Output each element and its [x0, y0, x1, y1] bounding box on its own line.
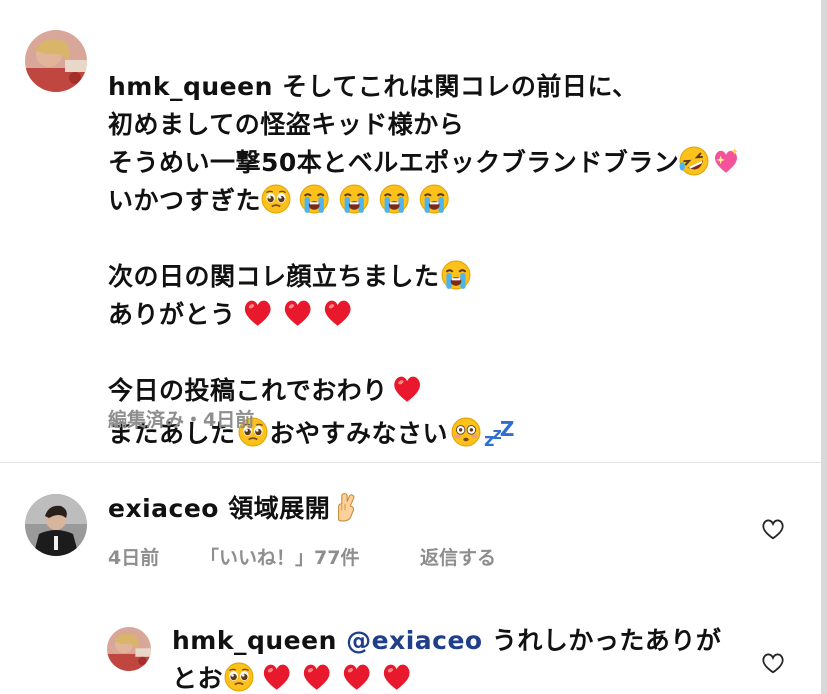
comment-line: 今日の投稿これでおわり	[108, 376, 388, 405]
like-button[interactable]	[759, 650, 787, 676]
avatar[interactable]	[25, 494, 87, 556]
reply-button[interactable]: 返信する	[420, 543, 496, 570]
loudly-crying-face-icon	[379, 184, 410, 214]
loudly-crying-face-icon	[419, 184, 450, 214]
comment-username[interactable]: exiaceo	[108, 494, 219, 523]
crossed-fingers-icon	[338, 493, 355, 522]
loudly-crying-face-icon	[339, 184, 370, 214]
red-heart-icon	[383, 664, 410, 690]
comment-username[interactable]: hmk_queen	[108, 72, 273, 101]
comment-body: hmk_queen そしてこれは関コレの前日に、 初めましての怪盗キッド様から …	[108, 30, 743, 460]
red-heart-icon	[324, 300, 351, 326]
red-heart-icon	[343, 664, 370, 690]
pleading-face-icon	[261, 184, 291, 214]
comment-username[interactable]: hmk_queen	[172, 626, 337, 655]
heart-outline-icon	[762, 653, 784, 674]
comment-line: おやすみなさい	[269, 419, 449, 448]
zzz-icon: zzZ	[484, 417, 514, 451]
comment-body: exiaceo 領域展開	[108, 490, 360, 528]
comment-line: 初めましての怪盗キッド様から	[108, 110, 465, 139]
rolling-on-floor-laughing-icon	[679, 146, 710, 176]
avatar[interactable]	[107, 627, 151, 671]
red-heart-icon	[263, 664, 290, 690]
reply-body: hmk_queen @exiaceo うれしかったありが とお	[172, 622, 721, 694]
red-heart-icon	[284, 300, 311, 326]
heart-outline-icon	[762, 519, 784, 540]
like-button[interactable]	[759, 516, 787, 542]
comment-meta: 編集済み・4日前	[108, 409, 255, 431]
flushed-face-icon	[451, 417, 481, 447]
pleading-face-icon	[224, 662, 254, 692]
loudly-crying-face-icon	[299, 184, 330, 214]
comment-line: そしてこれは関コレの前日に、	[282, 72, 638, 101]
window-edge	[821, 0, 827, 694]
comment-line: そうめい一撃50本とベルエポックブランドブラン	[108, 148, 680, 177]
likes-count[interactable]: 「いいね！」77件	[200, 543, 359, 570]
loudly-crying-face-icon	[440, 260, 471, 290]
comment-line: うれしかったありが	[491, 626, 722, 655]
red-heart-icon	[303, 664, 330, 690]
avatar[interactable]	[25, 30, 87, 92]
mention-link[interactable]: @exiaceo	[346, 626, 482, 655]
comment-line: いかつすぎた	[108, 186, 262, 215]
comment-line: ありがとう	[108, 300, 236, 329]
red-heart-icon	[244, 300, 271, 326]
red-heart-icon	[394, 376, 420, 402]
sparkling-heart-icon	[715, 148, 739, 173]
comment-line: 領域展開	[228, 494, 331, 523]
divider	[0, 462, 821, 463]
comment-line: とお	[172, 664, 224, 693]
comment-line: 次の日の関コレ顔立ちました	[108, 262, 440, 291]
comment-time: 4日前	[108, 547, 160, 569]
